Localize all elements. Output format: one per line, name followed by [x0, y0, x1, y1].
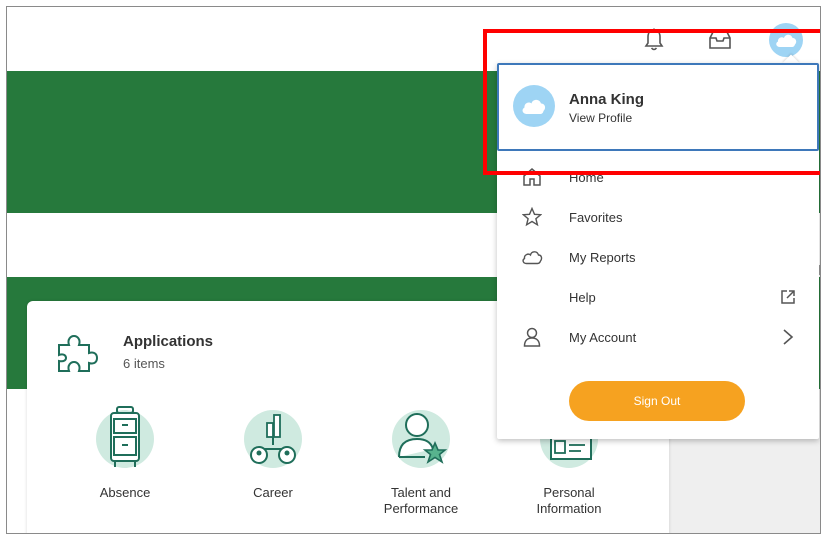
- applications-title: Applications: [123, 333, 214, 350]
- luggage-icon: [95, 405, 155, 468]
- career-chart-icon: [243, 405, 303, 468]
- menu-item-help[interactable]: Help: [497, 277, 819, 317]
- app-label-personal-info: Personal Information: [536, 485, 602, 516]
- browser-frame: Applications 6 items Absence Career Tale…: [6, 6, 821, 534]
- app-label-talent: Talent and Performance: [383, 485, 459, 516]
- applications-header: Applications 6 items: [55, 331, 213, 380]
- sign-out-button[interactable]: Sign Out: [569, 381, 745, 421]
- app-tile-talent[interactable]: Talent and Performance: [351, 405, 491, 517]
- star-icon: [521, 206, 543, 228]
- chevron-right-icon: [779, 328, 797, 346]
- menu-item-my-reports[interactable]: My Reports: [497, 237, 819, 277]
- app-tile-career[interactable]: Career: [203, 405, 343, 501]
- person-icon: [521, 326, 543, 348]
- menu-item-label: Favorites: [569, 209, 623, 225]
- app-label-absence: Absence: [99, 485, 151, 500]
- applications-count: 6 items: [123, 356, 165, 371]
- menu-item-favorites[interactable]: Favorites: [497, 197, 819, 237]
- menu-item-my-account[interactable]: My Account: [497, 317, 819, 357]
- puzzle-icon: [55, 331, 99, 380]
- talent-star-icon: [391, 405, 451, 468]
- menu-item-label: My Account: [569, 329, 637, 345]
- cloud-icon: [521, 246, 543, 268]
- menu-item-label: My Reports: [569, 249, 636, 265]
- app-tile-absence[interactable]: Absence: [55, 405, 195, 501]
- app-label-career: Career: [253, 485, 293, 500]
- external-link-icon: [779, 288, 797, 306]
- highlight-box: [483, 29, 820, 175]
- menu-item-label: Help: [569, 289, 596, 305]
